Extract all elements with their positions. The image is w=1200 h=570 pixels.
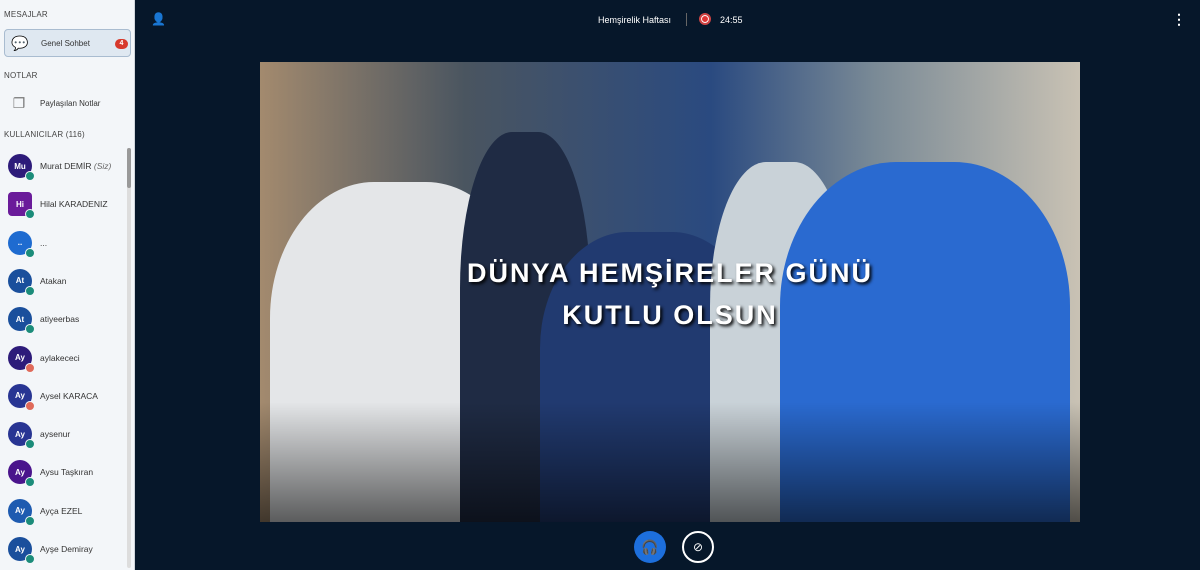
user-list-item[interactable]: Hi Hilal KARADENIZ [8, 189, 126, 220]
recording-indicator-icon[interactable] [699, 13, 711, 25]
user-name: Atakan [40, 275, 67, 286]
user-list-item[interactable]: ..... [8, 228, 126, 258]
user-name: aylakececi [40, 352, 80, 363]
notes-icon: ❐ [12, 94, 26, 111]
user-list-item[interactable]: Ay aylakececi [8, 343, 126, 373]
avatar: Mu [8, 154, 35, 181]
avatar: Ay [8, 537, 35, 564]
avatar: At [8, 268, 35, 296]
shared-notes-item[interactable]: ❐ Paylaşılan Notlar [4, 89, 131, 117]
avatar-initials: Ay [15, 429, 25, 439]
headphones-icon: 🎧 [641, 538, 659, 555]
user-name: Aysel KARACA [40, 390, 98, 401]
avatar-initials: Ay [15, 506, 25, 516]
notes-label: Paylaşılan Notlar [40, 98, 101, 108]
status-icon [25, 400, 35, 411]
user-name: aysenur [40, 429, 71, 440]
status-icon [25, 247, 35, 258]
avatar-initials: Ay [15, 544, 25, 554]
screenshare-video: DÜNYA HEMŞİRELER GÜNÜ KUTLU OLSUN [260, 62, 1080, 522]
avatar: Ay [8, 460, 35, 488]
status-icon [25, 171, 35, 181]
video-caption-line-2: KUTLU OLSUN [562, 300, 778, 330]
user-list-item[interactable]: Ay Aysu Taşkıran [8, 457, 126, 488]
status-icon [25, 324, 35, 335]
chat-label: Genel Sohbet [41, 38, 90, 48]
user-icon[interactable]: 👤 [151, 12, 166, 26]
user-name: Murat DEMİR [40, 161, 92, 171]
status-icon [25, 554, 35, 564]
avatar: Hi [8, 192, 35, 220]
avatar-initials: Mu [14, 161, 26, 171]
messages-title: MESAJLAR [4, 10, 48, 19]
avatar: Ay [8, 422, 35, 450]
user-list-item[interactable]: At Atakan [8, 266, 126, 296]
chat-icon: 💬 [11, 34, 29, 51]
status-icon [25, 515, 35, 526]
avatar-initials: Ay [15, 353, 25, 362]
user-list-item[interactable]: Ay Ayça EZEL [8, 496, 126, 526]
user-name: Aysu Taşkıran [40, 467, 94, 478]
scrollbar-thumb[interactable] [127, 148, 131, 188]
recording-timer: 24:55 [720, 15, 743, 25]
user-list-item[interactable]: Ay Ayşe Demiray [8, 534, 126, 564]
avatar-initials: .. [17, 238, 23, 248]
status-icon [25, 209, 35, 220]
user-name: atiyeerbas [40, 314, 80, 325]
avatar-initials: Ay [15, 467, 25, 477]
divider [686, 13, 687, 26]
user-list-item[interactable]: Ay aysenur [8, 419, 126, 450]
avatar-initials: At [15, 276, 25, 286]
status-icon [25, 477, 35, 488]
notes-title: NOTLAR [4, 71, 38, 80]
unread-badge: 4 [115, 39, 128, 49]
public-chat-item[interactable]: 💬 Genel Sohbet 4 [4, 29, 131, 57]
user-name: ... [40, 237, 48, 248]
avatar-initials: At [15, 314, 25, 324]
avatar: Ay [8, 383, 35, 411]
user-list-item[interactable]: Mu Murat DEMİR (Siz) [8, 151, 126, 181]
top-bar: 👤 Hemşirelik Haftası 24:55 ⋮ [135, 0, 1200, 40]
avatar: Ay [8, 345, 35, 373]
status-icon [25, 362, 35, 373]
avatar: At [8, 307, 35, 335]
user-list-item[interactable]: At atiyeerbas [8, 304, 126, 335]
user-name: Ayşe Demiray [40, 544, 93, 554]
avatar-initials: Hi [16, 199, 24, 209]
more-vertical-icon[interactable]: ⋮ [1172, 11, 1186, 28]
status-icon [25, 285, 35, 296]
user-name: Ayça EZEL [40, 505, 83, 516]
avatar: .. [8, 230, 35, 258]
scrollbar-track[interactable] [127, 148, 131, 568]
user-name: Hilal KARADENIZ [40, 199, 108, 210]
status-icon [25, 439, 35, 450]
users-title: KULLANICILAR (116) [4, 130, 85, 139]
audio-button[interactable]: 🎧 [634, 531, 666, 563]
user-suffix: (Siz) [93, 161, 112, 171]
sidebar: MESAJLAR 💬 Genel Sohbet 4 NOTLAR ❐ Payla… [0, 0, 135, 570]
camera-off-icon: ⊘ [692, 540, 704, 554]
camera-button[interactable]: ⊘ [682, 531, 714, 563]
avatar-initials: Ay [15, 391, 25, 401]
user-list-item[interactable]: Ay Aysel KARACA [8, 381, 126, 411]
avatar: Ay [8, 498, 35, 526]
meeting-title: Hemşirelik Haftası [598, 15, 672, 25]
video-caption-line-1: DÜNYA HEMŞİRELER GÜNÜ [466, 258, 874, 288]
